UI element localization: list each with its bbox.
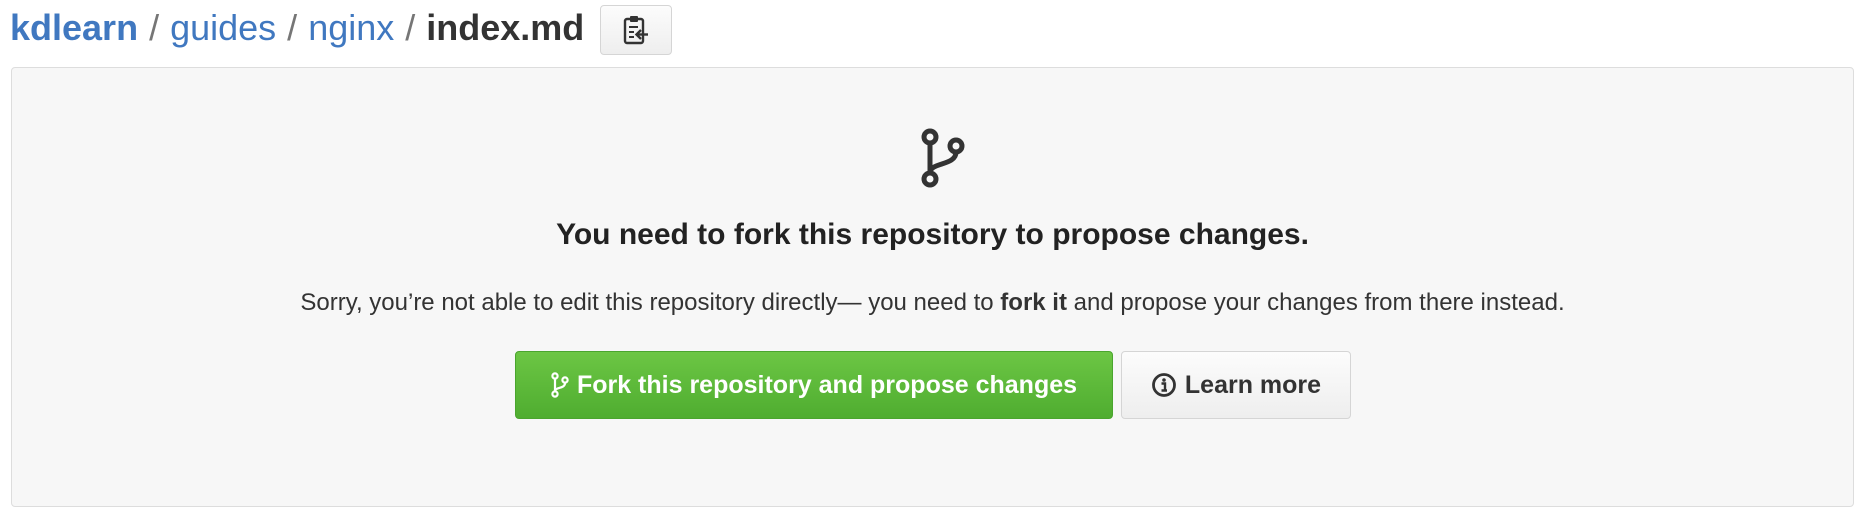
breadcrumb-link-nginx[interactable]: nginx xyxy=(308,7,394,49)
info-icon xyxy=(1151,372,1177,398)
learn-more-label: Learn more xyxy=(1184,370,1322,399)
repo-owner-link[interactable]: kdlearn xyxy=(10,7,138,49)
notice-actions: Fork this repository and propose changes… xyxy=(515,351,1351,419)
repo-forked-icon xyxy=(551,372,569,398)
notice-text-strong: fork it xyxy=(1000,289,1067,316)
current-file-name: index.md xyxy=(426,7,585,48)
fork-required-notice: You need to fork this repository to prop… xyxy=(11,67,1854,507)
breadcrumb-separator: / xyxy=(149,7,160,48)
breadcrumb-link-guides[interactable]: guides xyxy=(170,7,276,49)
clippy-icon xyxy=(623,16,648,45)
repo-forked-icon xyxy=(921,128,965,188)
learn-more-button[interactable]: Learn more xyxy=(1121,351,1351,419)
breadcrumb-separator: / xyxy=(405,7,416,48)
notice-text-after: and propose your changes from there inst… xyxy=(1066,289,1565,316)
copy-path-button[interactable] xyxy=(600,5,672,55)
fork-button-label: Fork this repository and propose changes xyxy=(576,370,1078,399)
notice-text-before: Sorry, you’re not able to edit this repo… xyxy=(300,289,1001,316)
notice-description: Sorry, you’re not able to edit this repo… xyxy=(12,289,1853,317)
breadcrumb-separator: / xyxy=(287,7,298,48)
fork-and-propose-button[interactable]: Fork this repository and propose changes xyxy=(515,351,1113,419)
breadcrumb: kdlearn / guides / nginx / index.md xyxy=(10,0,584,56)
notice-title: You need to fork this repository to prop… xyxy=(556,218,1309,251)
